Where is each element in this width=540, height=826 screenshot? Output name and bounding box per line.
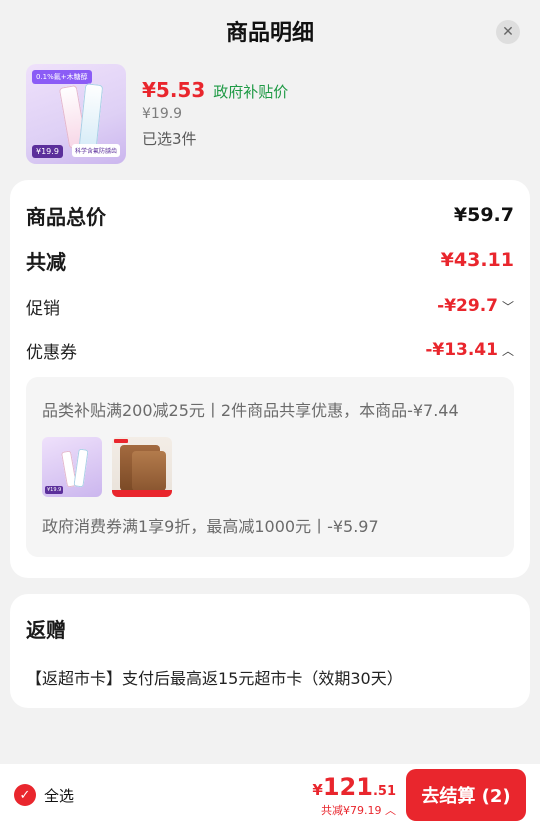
mini-price-tag: ¥19.9 (45, 486, 64, 494)
page-title: 商品明细 (225, 21, 314, 46)
coupon-details: 品类补贴满200减25元丨2件商品共享优惠，本商品-¥7.44 ¥19.9 政府… (26, 377, 514, 557)
price-currency: ¥ (312, 780, 323, 799)
check-icon[interactable]: ✓ (14, 784, 36, 806)
product-price: ¥5.53 (142, 78, 206, 102)
gov-subsidy-label: 政府补贴价 (213, 83, 289, 101)
original-price: ¥19.9 (142, 106, 183, 122)
coupon-detail-line: 政府消费券满1享9折，最高减1000元丨-¥5.97 (42, 517, 379, 536)
close-icon[interactable]: ✕ (496, 20, 520, 44)
reduce-value: ¥43.11 (440, 249, 514, 271)
product-image-cutting-board[interactable] (112, 437, 172, 497)
coupon-row[interactable]: 优惠券 -¥13.41 ︿ (26, 337, 514, 363)
gift-title: 返赠 (26, 618, 66, 642)
saved-amount: 共减¥79.19 (321, 803, 382, 817)
price-summary-card: 商品总价 ¥59.7 共减 ¥43.11 促销 -¥29.7 ﹀ 优惠券 -¥1… (10, 180, 530, 578)
price-decimal: .51 (372, 783, 396, 799)
coupon-label: 优惠券 (26, 342, 77, 363)
toothpaste-tube-icon (78, 83, 104, 149)
coupon-product-images: ¥19.9 (42, 437, 498, 497)
gift-card: 返赠 【返超市卡】支付后最高返15元超市卡（效期30天） (10, 594, 530, 708)
chevron-down-icon[interactable]: ﹀ (502, 298, 514, 315)
coupon-value: -¥13.41 (425, 340, 498, 360)
chevron-up-icon[interactable]: ︿ (385, 804, 396, 817)
header: 商品明细 ✕ (0, 0, 540, 62)
product-summary: 0.1%氟+木糖醇 ¥19.9 科学含氟防龋齿 ¥5.53 政府补贴价 ¥19.… (0, 62, 540, 180)
thumbnail-strip: 科学含氟防龋齿 (71, 144, 120, 157)
chevron-up-icon[interactable]: ︿ (502, 342, 514, 359)
price-integer: 121 (322, 772, 373, 801)
total-row: 商品总价 ¥59.7 (26, 200, 514, 230)
promo-row[interactable]: 促销 -¥29.7 ﹀ (26, 293, 514, 319)
gift-description: 【返超市卡】支付后最高返15元超市卡（效期30天） (26, 669, 403, 688)
thumbnail-tag: 0.1%氟+木糖醇 (32, 70, 92, 84)
selected-count: 已选3件 (142, 130, 197, 148)
product-thumbnail[interactable]: 0.1%氟+木糖醇 ¥19.9 科学含氟防龋齿 (26, 64, 126, 164)
total-value: ¥59.7 (453, 204, 514, 226)
select-all-label[interactable]: 全选 (44, 785, 74, 806)
coupon-detail-line: 品类补贴满200减25元丨2件商品共享优惠，本商品-¥7.44 (42, 401, 459, 420)
total-price-box: ¥121.51 共减¥79.19 ︿ (312, 773, 396, 818)
total-label: 商品总价 (26, 204, 106, 229)
thumbnail-price: ¥19.9 (32, 145, 63, 158)
promo-label: 促销 (26, 298, 60, 319)
reduce-row: 共减 ¥43.11 (26, 245, 514, 275)
product-info: ¥5.53 政府补贴价 ¥19.9 已选3件 (142, 64, 288, 180)
product-image-toothpaste[interactable]: ¥19.9 (42, 437, 102, 497)
checkout-button[interactable]: 去结算 (2) (406, 769, 526, 821)
checkout-bar: ✓ 全选 ¥121.51 共减¥79.19 ︿ 去结算 (2) (0, 764, 540, 826)
reduce-label: 共减 (26, 249, 66, 274)
promo-value: -¥29.7 (437, 296, 498, 316)
